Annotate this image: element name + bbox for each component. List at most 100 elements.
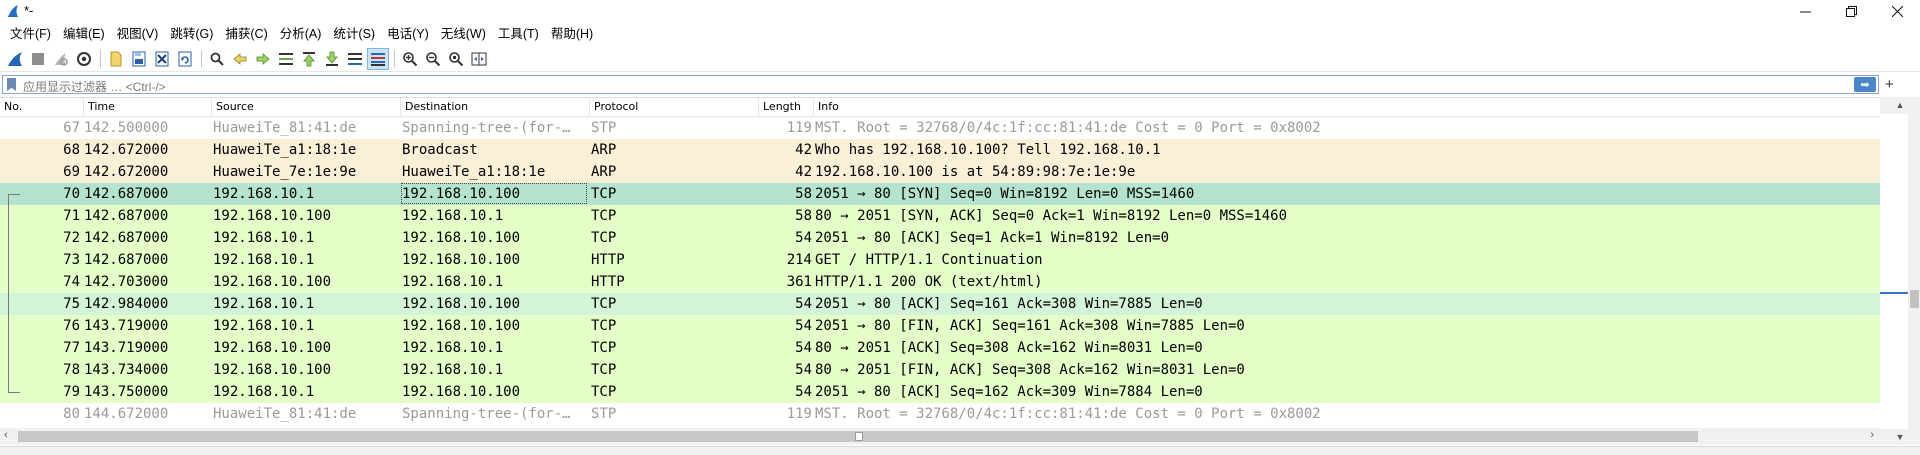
- close-file-button[interactable]: [151, 48, 173, 70]
- close-file-icon: [155, 51, 169, 67]
- vertical-scrollbar[interactable]: ▲ ▼: [1880, 97, 1920, 445]
- colorize-button[interactable]: [367, 48, 389, 70]
- packet-row[interactable]: 68 142.672000 HuaweiTe_a1:18:1e Broadcast AR…: [0, 139, 1880, 161]
- toolbar-separator: [100, 50, 101, 68]
- chevron-right-icon[interactable]: ›: [1870, 429, 1874, 441]
- scroll-grip[interactable]: [855, 432, 863, 441]
- find-packet-button[interactable]: [206, 48, 228, 70]
- packet-length: 54: [795, 318, 812, 334]
- save-file-button[interactable]: [128, 48, 150, 70]
- scroll-thumb[interactable]: [1910, 290, 1919, 308]
- packet-row[interactable]: 67 142.500000 HuaweiTe_81:41:de Spanning-tr…: [0, 117, 1880, 139]
- packet-protocol: STP: [591, 406, 617, 422]
- packet-info: MST. Root = 32768/0/4c:1f:cc:81:41:de Co…: [815, 406, 1321, 422]
- add-filter-button[interactable]: +: [1885, 76, 1894, 93]
- horizontal-scrollbar[interactable]: ‹ ›: [0, 428, 1880, 445]
- packet-time: 144.672000: [84, 406, 169, 422]
- reload-file-button[interactable]: [174, 48, 196, 70]
- menu-analyze[interactable]: 分析(A): [274, 23, 328, 45]
- zoom-out-button[interactable]: [422, 48, 444, 70]
- packet-row[interactable]: 69 142.672000 HuaweiTe_7e:1e:9e HuaweiTe_a1…: [0, 161, 1880, 183]
- go-last-button[interactable]: [321, 48, 343, 70]
- chevron-left-icon[interactable]: ‹: [4, 429, 8, 441]
- column-time[interactable]: Time: [84, 98, 212, 116]
- minimize-icon: [1799, 11, 1811, 12]
- packet-row[interactable]: 70 142.687000 192.168.10.1 192.168.10.100 TC…: [0, 183, 1880, 205]
- scroll-up-button[interactable]: ▲: [1880, 97, 1920, 113]
- packet-minimap[interactable]: [1880, 114, 1908, 429]
- column-info[interactable]: Info: [814, 98, 1880, 116]
- minimize-button[interactable]: [1782, 0, 1828, 22]
- packet-row[interactable]: 78 143.734000 192.168.10.100 192.168.10.1 TC…: [0, 359, 1880, 381]
- apply-filter-button[interactable]: ➡: [1854, 77, 1876, 92]
- menu-view[interactable]: 视图(V): [111, 23, 165, 45]
- packet-protocol: STP: [591, 120, 617, 136]
- menu-statistics[interactable]: 统计(S): [327, 23, 381, 45]
- resize-columns-button[interactable]: [468, 48, 490, 70]
- packet-source: 192.168.10.1: [213, 252, 315, 268]
- packet-row[interactable]: 79 143.750000 192.168.10.1 192.168.10.100 TC…: [0, 381, 1880, 403]
- packet-length: 42: [795, 164, 812, 180]
- stop-capture-button[interactable]: [27, 48, 49, 70]
- menu-wireless[interactable]: 无线(W): [435, 23, 492, 45]
- menu-go[interactable]: 跳转(G): [164, 23, 219, 45]
- go-forward-button[interactable]: [252, 48, 274, 70]
- bookmark-icon[interactable]: [7, 78, 16, 91]
- capture-options-button[interactable]: [73, 48, 95, 70]
- restore-button[interactable]: [1828, 0, 1874, 22]
- packet-source: HuaweiTe_7e:1e:9e: [213, 164, 357, 180]
- menu-edit[interactable]: 编辑(E): [57, 23, 111, 45]
- menu-help[interactable]: 帮助(H): [545, 23, 599, 45]
- close-icon: [1891, 5, 1903, 17]
- zoom-in-button[interactable]: [399, 48, 421, 70]
- column-no[interactable]: No.: [0, 98, 84, 116]
- packet-source: HuaweiTe_81:41:de: [213, 120, 357, 136]
- go-back-icon: [233, 53, 247, 65]
- close-button[interactable]: [1874, 0, 1920, 22]
- column-header: No. Time Source Destination Protocol Len…: [0, 98, 1880, 117]
- menu-tools[interactable]: 工具(T): [492, 23, 545, 45]
- column-protocol[interactable]: Protocol: [590, 98, 759, 116]
- packet-row[interactable]: 75 142.984000 192.168.10.1 192.168.10.100 TC…: [0, 293, 1880, 315]
- zoom-normal-button[interactable]: [445, 48, 467, 70]
- packet-length: 119: [786, 120, 812, 136]
- packet-destination: 192.168.10.1: [402, 208, 504, 224]
- zoom-normal-icon: [449, 52, 464, 67]
- column-length[interactable]: Length: [759, 98, 814, 116]
- save-file-icon: [132, 51, 146, 67]
- restore-icon: [1845, 5, 1857, 17]
- menu-capture[interactable]: 捕获(C): [219, 23, 273, 45]
- packet-row[interactable]: 80 144.672000 HuaweiTe_81:41:de Spanning-tr…: [0, 403, 1880, 425]
- packet-info: HTTP/1.1 200 OK (text/html): [815, 274, 1043, 290]
- start-capture-button[interactable]: [4, 48, 26, 70]
- packet-row[interactable]: 71 142.687000 192.168.10.100 192.168.10.1 TC…: [0, 205, 1880, 227]
- packet-row[interactable]: 77 143.719000 192.168.10.100 192.168.10.1 TC…: [0, 337, 1880, 359]
- packet-row[interactable]: 72 142.687000 192.168.10.1 192.168.10.100 TC…: [0, 227, 1880, 249]
- restart-capture-button[interactable]: [50, 48, 72, 70]
- packet-row[interactable]: 74 142.703000 192.168.10.100 192.168.10.1 HT…: [0, 271, 1880, 293]
- resize-columns-icon: [471, 52, 487, 66]
- packet-row[interactable]: 76 143.719000 192.168.10.1 192.168.10.100 TC…: [0, 315, 1880, 337]
- menu-telephony[interactable]: 电话(Y): [381, 23, 435, 45]
- packet-length: 361: [786, 274, 812, 290]
- packet-info: GET / HTTP/1.1 Continuation: [815, 252, 1043, 268]
- menu-file[interactable]: 文件(F): [4, 23, 57, 45]
- packet-destination: 192.168.10.100: [402, 252, 521, 268]
- toolbar-separator: [394, 50, 395, 68]
- go-to-packet-icon: [279, 53, 293, 65]
- packet-destination: 192.168.10.100: [402, 318, 521, 334]
- restart-capture-icon: [55, 53, 68, 66]
- column-destination[interactable]: Destination: [401, 98, 590, 116]
- go-to-packet-button[interactable]: [275, 48, 297, 70]
- go-first-button[interactable]: [298, 48, 320, 70]
- auto-scroll-button[interactable]: [344, 48, 366, 70]
- packet-row[interactable]: 73 142.687000 192.168.10.1 192.168.10.100 HT…: [0, 249, 1880, 271]
- go-back-button[interactable]: [229, 48, 251, 70]
- display-filter-input[interactable]: 应用显示过滤器 … <Ctrl-/> ➡: [2, 75, 1879, 94]
- scroll-down-button[interactable]: ▼: [1880, 429, 1920, 445]
- open-file-button[interactable]: [105, 48, 127, 70]
- packet-source: HuaweiTe_81:41:de: [213, 406, 357, 422]
- column-source[interactable]: Source: [212, 98, 401, 116]
- main-toolbar: [0, 47, 1920, 72]
- packet-info: MST. Root = 32768/0/4c:1f:cc:81:41:de Co…: [815, 120, 1321, 136]
